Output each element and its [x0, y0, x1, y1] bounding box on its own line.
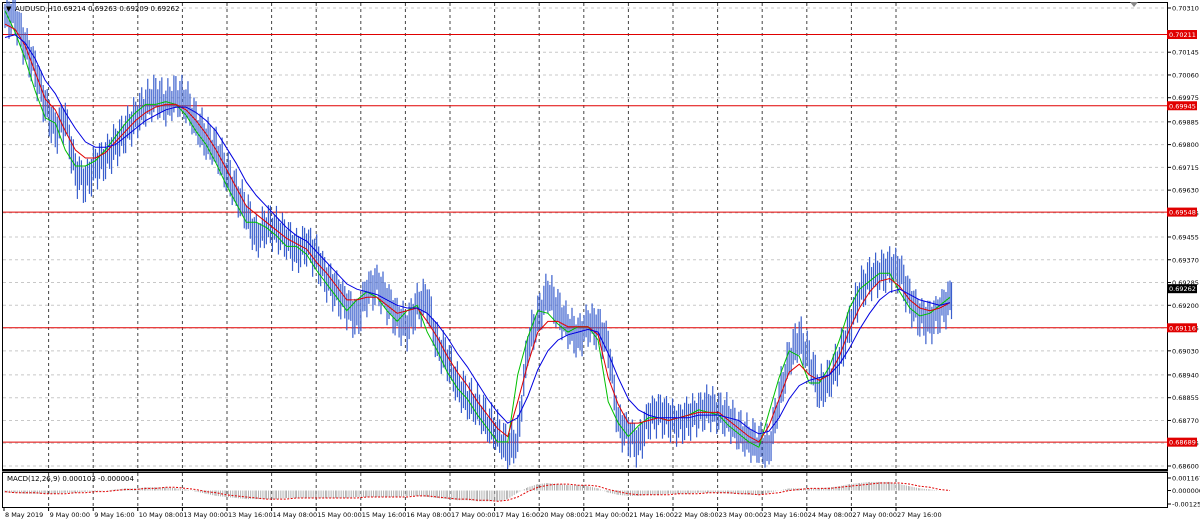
price-tick-label: 0.68770	[1172, 417, 1199, 425]
price-tick-label: 0.69885	[1172, 118, 1199, 126]
price-tick-label: 0.70310	[1172, 5, 1199, 13]
level-tag-label: 0.69262	[1169, 285, 1196, 293]
symbol-title: AUDUSD,H1	[15, 5, 57, 13]
price-tick-label: 0.68855	[1172, 394, 1199, 402]
time-label: 22 May 08:00	[674, 511, 719, 519]
price-tick-label: 0.69800	[1172, 141, 1199, 149]
chart-canvas[interactable]: 0.001167 0.000000 -0.001255 0.70310 0.70145…	[0, 0, 1200, 523]
macd-tick-label: 0.001167	[1172, 475, 1200, 483]
price-tick-label: 0.69030	[1172, 347, 1199, 355]
price-tick-label: 0.69455	[1172, 234, 1199, 242]
trading-chart-window: 0.001167 0.000000 -0.001255 0.70310 0.70145…	[0, 0, 1200, 523]
time-label: 23 May 16:00	[763, 511, 808, 519]
time-label: 13 May 00:00	[183, 511, 228, 519]
level-tag-label: 0.69116	[1169, 324, 1196, 332]
time-label: 16 May 08:00	[406, 511, 451, 519]
time-label: 15 May 16:00	[362, 511, 407, 519]
level-tag-label: 0.69548	[1169, 209, 1196, 217]
price-axis: 0.70310 0.70145 0.70060 0.69975 0.69885 0.698…	[1167, 5, 1199, 471]
chart-background	[0, 0, 1200, 523]
macd-tick-label: 0.000000	[1172, 487, 1200, 495]
time-label: 8 May 2019	[5, 511, 43, 519]
time-label: 20 May 08:00	[540, 511, 585, 519]
macd-label: MACD(12,26,9) 0.000103 -0.000004	[7, 475, 134, 483]
macd-tick-label: -0.001255	[1172, 501, 1200, 509]
price-tick-label: 0.68600	[1172, 463, 1199, 471]
price-tick-label: 0.69200	[1172, 302, 1199, 310]
price-tick-label: 0.70145	[1172, 49, 1199, 57]
menu-arrow-icon[interactable]: ▼	[6, 5, 12, 13]
price-tick-label: 0.69370	[1172, 256, 1199, 264]
time-label: 27 May 16:00	[897, 511, 942, 519]
price-tick-label: 0.69630	[1172, 187, 1199, 195]
level-tag-label: 0.70211	[1169, 31, 1196, 39]
time-label: 17 May 16:00	[496, 511, 541, 519]
time-label: 14 May 08:00	[273, 511, 318, 519]
price-tick-label: 0.69715	[1172, 164, 1199, 172]
price-tick-label: 0.68940	[1172, 371, 1199, 379]
level-tag-label: 0.68689	[1169, 439, 1196, 447]
time-label: 9 May 16:00	[94, 511, 134, 519]
time-label: 10 May 08:00	[139, 511, 184, 519]
time-label: 21 May 16:00	[629, 511, 674, 519]
time-label: 9 May 00:00	[50, 511, 90, 519]
time-label: 15 May 00:00	[317, 511, 362, 519]
price-tick-label: 0.69975	[1172, 94, 1199, 102]
time-label: 17 May 00:00	[451, 511, 496, 519]
time-label: 24 May 08:00	[808, 511, 853, 519]
level-tag-label: 0.69945	[1169, 102, 1196, 110]
price-tick-label: 0.70060	[1172, 71, 1199, 79]
time-label: 27 May 00:00	[852, 511, 897, 519]
ohlc-readout: 0.69214 0.69263 0.69209 0.69262	[57, 5, 179, 13]
time-label: 23 May 00:00	[719, 511, 764, 519]
time-label: 13 May 16:00	[228, 511, 273, 519]
time-label: 21 May 00:00	[585, 511, 630, 519]
